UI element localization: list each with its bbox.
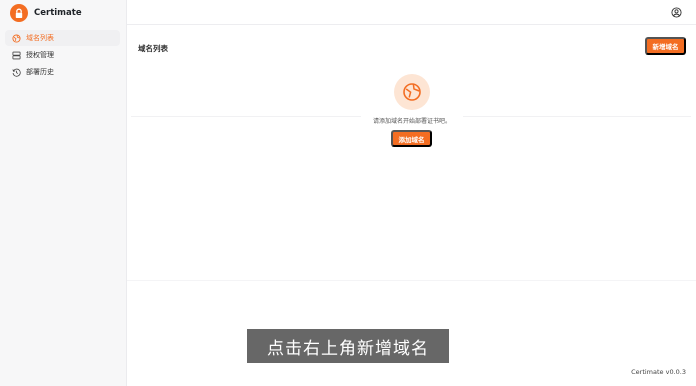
sidebar-item-domains[interactable]: 域名列表	[5, 30, 120, 46]
lock-logo-icon	[10, 4, 28, 22]
globe-icon	[11, 33, 21, 43]
empty-state-icon	[394, 74, 430, 110]
sidebar-item-history[interactable]: 部署历史	[5, 64, 120, 80]
sidebar-item-label: 授权管理	[26, 51, 54, 59]
sidebar-item-label: 域名列表	[26, 34, 54, 42]
page-title: 域名列表	[138, 44, 168, 53]
sidebar-item-access[interactable]: 授权管理	[5, 47, 120, 63]
empty-state-message: 请添加域名开始部署证书吧。	[372, 118, 451, 125]
sidebar-item-label: 部署历史	[26, 68, 54, 76]
globe-icon	[403, 83, 421, 101]
sidebar-nav: 域名列表 授权管理 部署历史	[5, 30, 120, 81]
new-domain-button[interactable]: 新增域名	[645, 37, 686, 55]
sidebar: Certimate 域名列表 授权管理 部署历史	[0, 0, 127, 386]
add-domain-button[interactable]: 添加域名	[391, 130, 432, 147]
divider	[463, 116, 691, 117]
version-label: Certimate v0.0.3	[631, 368, 686, 376]
server-icon	[11, 50, 21, 60]
topbar	[127, 0, 696, 25]
brand[interactable]: Certimate	[10, 4, 82, 22]
user-circle-icon[interactable]	[670, 6, 682, 18]
video-subtitle: 点击右上角新增域名	[247, 329, 449, 363]
brand-name: Certimate	[34, 8, 82, 18]
history-icon	[11, 67, 21, 77]
divider	[131, 116, 361, 117]
divider	[127, 280, 696, 281]
